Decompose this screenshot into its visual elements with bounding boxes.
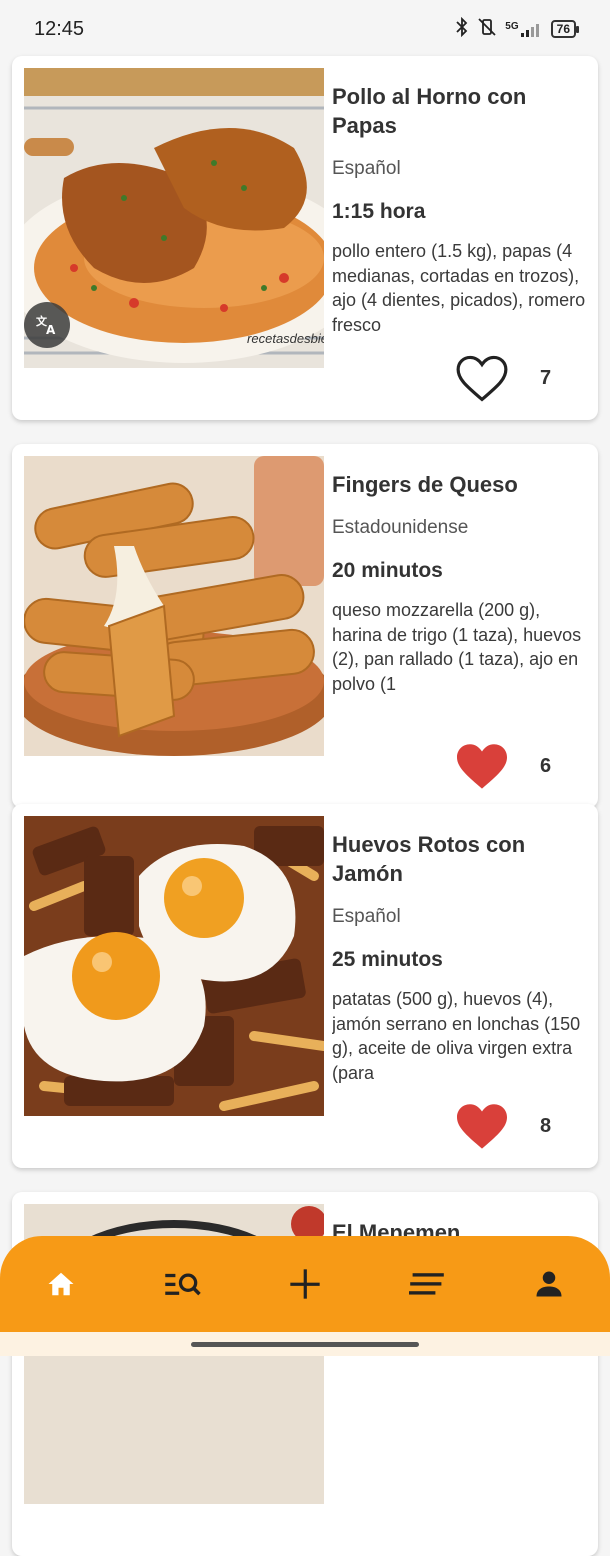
recipe-image[interactable]: 文A recetasdesbie (24, 68, 324, 368)
nav-profile-button[interactable] (519, 1254, 579, 1314)
recipe-card[interactable]: Fingers de Queso Estadounidense 20 minut… (12, 444, 598, 808)
recipe-ingredients: patatas (500 g), huevos (4), jamón serra… (332, 989, 581, 1083)
recipe-title[interactable]: Pollo al Horno con Papas (332, 82, 572, 140)
heart-outline-icon (456, 355, 508, 402)
bluetooth-icon (455, 16, 469, 42)
like-count: 7 (540, 367, 552, 389)
person-icon (536, 1271, 562, 1297)
like-count: 8 (540, 1115, 552, 1137)
like-button[interactable] (454, 354, 510, 404)
heart-filled-icon (457, 1104, 507, 1149)
network-label: 5G (505, 21, 519, 32)
nav-list-button[interactable] (397, 1254, 457, 1314)
menu-lines-icon (409, 1273, 444, 1295)
status-icons: 5G 76 (455, 16, 580, 42)
recipe-cuisine: Español (332, 158, 401, 179)
translate-icon[interactable]: 文A (24, 302, 70, 348)
recipe-time: 1:15 hora (332, 200, 426, 223)
signal-icon: 5G (505, 21, 542, 37)
recipe-ingredients: pollo entero (1.5 kg), papas (4 medianas… (332, 241, 586, 335)
recipe-cuisine: Estadounidense (332, 517, 469, 538)
recipe-image[interactable] (24, 816, 324, 1116)
battery-icon: 76 (550, 20, 580, 38)
bottom-navigation (0, 1236, 610, 1332)
recipe-time: 20 minutos (332, 559, 443, 582)
gesture-area (0, 1332, 610, 1356)
like-count: 6 (540, 755, 552, 777)
search-list-icon (165, 1273, 201, 1296)
status-time: 12:45 (34, 17, 85, 40)
battery-level: 76 (556, 22, 570, 36)
plus-icon (290, 1269, 320, 1299)
recipe-time: 25 minutos (332, 948, 443, 971)
nav-add-button[interactable] (275, 1254, 335, 1314)
like-button[interactable] (454, 742, 510, 792)
recipe-image[interactable] (24, 456, 324, 756)
recipe-card[interactable]: 文A recetasdesbie Pollo al Horno con Papa… (12, 56, 598, 420)
recipe-card[interactable]: Huevos Rotos con Jamón Español 25 minuto… (12, 804, 598, 1168)
like-button[interactable] (454, 1102, 510, 1152)
image-watermark: recetasdesbie (247, 331, 324, 346)
fried-eggs-potatoes-photo (24, 816, 324, 1116)
svg-text:A: A (46, 323, 56, 337)
nav-search-button[interactable] (153, 1254, 213, 1314)
status-bar: 12:45 5G 76 (0, 0, 610, 58)
recipe-cuisine: Español (332, 906, 401, 927)
vibrate-off-icon (477, 17, 497, 42)
heart-filled-icon (457, 744, 507, 789)
recipe-title[interactable]: Huevos Rotos con Jamón (332, 830, 572, 888)
home-gesture-bar[interactable] (191, 1342, 419, 1347)
nav-home-button[interactable] (31, 1254, 91, 1314)
home-icon (48, 1272, 74, 1296)
recipe-title[interactable]: Fingers de Queso (332, 470, 572, 499)
recipe-ingredients: queso mozzarella (200 g), harina de trig… (332, 600, 582, 694)
cheese-sticks-photo (24, 456, 324, 756)
